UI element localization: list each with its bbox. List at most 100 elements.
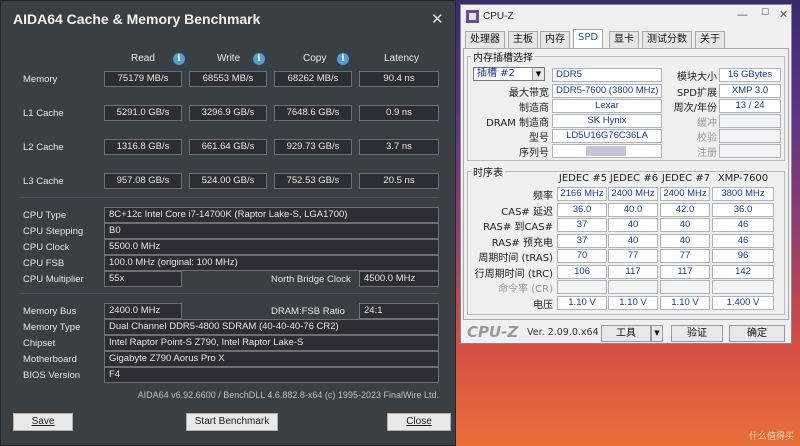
divider [19,293,439,294]
timing-cell: 36.0 [712,202,774,217]
tools-button[interactable]: 工具 [601,325,651,342]
chevron-down-icon[interactable]: ▼ [651,325,663,342]
timing-cell: 117 [660,264,710,279]
l2-read: 1316.8 GB/s [104,139,182,155]
timing-cell: 3800 MHz [712,187,774,201]
timing-cell [608,280,658,294]
cpu-stepping-label: CPU Stepping [23,226,84,237]
cpuz-window: CPU-Z — ☐ ✕ 处理器 主板 内存 SPD 显卡 测试分数 关于 内存插… [460,4,792,344]
cpu-multiplier-value: 55x [104,271,182,287]
timing-cell: 40 [660,218,710,232]
maximize-icon[interactable]: ☐ [761,8,769,18]
close-icon[interactable]: ✕ [431,10,444,28]
timing-cell: 117 [608,264,658,279]
l1-latency: 0.9 ns [359,105,439,121]
memory-write: 68553 MB/s [189,71,267,87]
save-button[interactable]: Save [13,413,73,431]
cpu-stepping-value: B0 [104,223,439,239]
info-icon[interactable]: i [173,53,185,65]
cpu-type-value: 8C+12c Intel Core i7-14700K (Raptor Lake… [104,207,439,223]
row-label: L2 Cache [23,142,64,153]
timing-cell: 2166 MHz [557,187,607,201]
chevron-down-icon[interactable]: ▼ [532,68,544,80]
module-size-label: 模块大小 [677,72,717,83]
mem-bus-label: Memory Bus [23,306,77,317]
timing-cell: 2400 MHz [608,187,658,201]
dram-manufacturer-value: SK Hynix [552,114,662,128]
tab-memory[interactable]: 内存 [540,31,570,48]
row-label: L3 Cache [23,176,64,187]
timing-cell: 70 [557,249,607,263]
timing-row-label: 周期时间 (tRAS) [478,253,553,264]
tab-graphics[interactable]: 显卡 [609,31,639,48]
tab-spd[interactable]: SPD [573,29,604,49]
tab-about[interactable]: 关于 [695,31,725,48]
close-icon[interactable]: ✕ [779,8,788,21]
cpuz-version: Ver. 2.09.0.x64 [527,327,599,338]
timing-cell [557,280,607,294]
l3-latency: 20.5 ns [359,173,439,189]
col-read: Read [131,53,155,64]
l1-write: 3296.9 GB/s [189,105,267,121]
timing-row-label: 行周期时间 (tRC) [474,268,553,280]
cpuz-title: CPU-Z [483,11,514,22]
timing-cell: 1.10 V [557,295,607,310]
l2-write: 661.64 GB/s [189,139,267,155]
start-benchmark-button[interactable]: Start Benchmark [186,413,278,431]
timing-cell: 77 [660,249,710,263]
l3-copy: 752.53 GB/s [274,173,352,189]
memory-copy: 68262 MB/s [274,71,352,87]
bios-label: BIOS Version [23,370,81,381]
manufacturer-value: Lexar [552,99,662,113]
timing-cell: 37 [557,218,607,232]
timing-cell: 2400 MHz [660,187,710,201]
spd-ext-label: SPD扩展 [676,88,717,99]
timing-cell: 40 [608,233,658,248]
cpuz-app-icon [466,10,479,23]
buffer-value [719,114,781,128]
serial-label: 序列号 [519,148,549,159]
dram-manufacturer-label: DRAM 制造商 [486,118,549,129]
timing-row-label: 频率 [533,191,553,202]
motherboard-value: Gigabyte Z790 Aorus Pro X [104,351,439,367]
l2-latency: 3.7 ns [359,139,439,155]
minimize-icon[interactable]: — [737,8,748,21]
col-write: Write [217,53,241,64]
part-number-label: 型号 [529,133,549,144]
close-button[interactable]: Close [387,413,451,431]
checksum-value [719,129,781,143]
timing-cell: 96 [712,249,774,263]
cpu-fsb-value: 100.0 MHz (original: 100 MHz) [104,255,439,271]
footer-text: AIDA64 v6.92.6600 / BenchDLL 4.6.882.8-x… [137,390,439,400]
timing-cell: 40.0 [608,202,658,217]
divider [19,197,439,198]
max-bandwidth-label: 最大带宽 [509,88,549,99]
timing-cell: 42.0 [660,202,710,217]
col-copy: Copy [303,53,327,64]
ok-button[interactable]: 确定 [729,325,785,342]
validate-button[interactable]: 验证 [671,325,723,342]
mem-bus-value: 2400.0 MHz [104,303,182,319]
l1-read: 5291.0 GB/s [104,105,182,121]
timing-col-header: JEDEC #6 [609,173,659,184]
cpuz-logo: CPU-Z [467,323,519,341]
timing-cell: 37 [557,233,607,248]
info-icon[interactable]: i [337,53,349,65]
module-size-value: 16 GBytes [719,68,781,82]
row-label: L1 Cache [23,108,64,119]
timing-group-title: 时序表 [471,164,505,179]
slot-select[interactable]: 插槽 #2 ▼ [473,67,545,81]
manufacturer-label: 制造商 [519,103,549,114]
tab-mainboard[interactable]: 主板 [508,31,538,48]
slot-select-value: 插槽 #2 [477,68,515,79]
timing-cell: 77 [608,249,658,263]
dram-fsb-label: DRAM:FSB Ratio [271,306,345,317]
tab-processor[interactable]: 处理器 [465,31,505,48]
cpu-multiplier-label: CPU Multiplier [23,274,84,285]
timing-cell [712,280,774,294]
l1-copy: 7648.6 GB/s [274,105,352,121]
tab-bench[interactable]: 测试分数 [642,31,692,48]
info-icon[interactable]: i [253,53,265,65]
spd-ext-value: XMP 3.0 [719,84,781,98]
memory-read: 75179 MB/s [104,71,182,87]
